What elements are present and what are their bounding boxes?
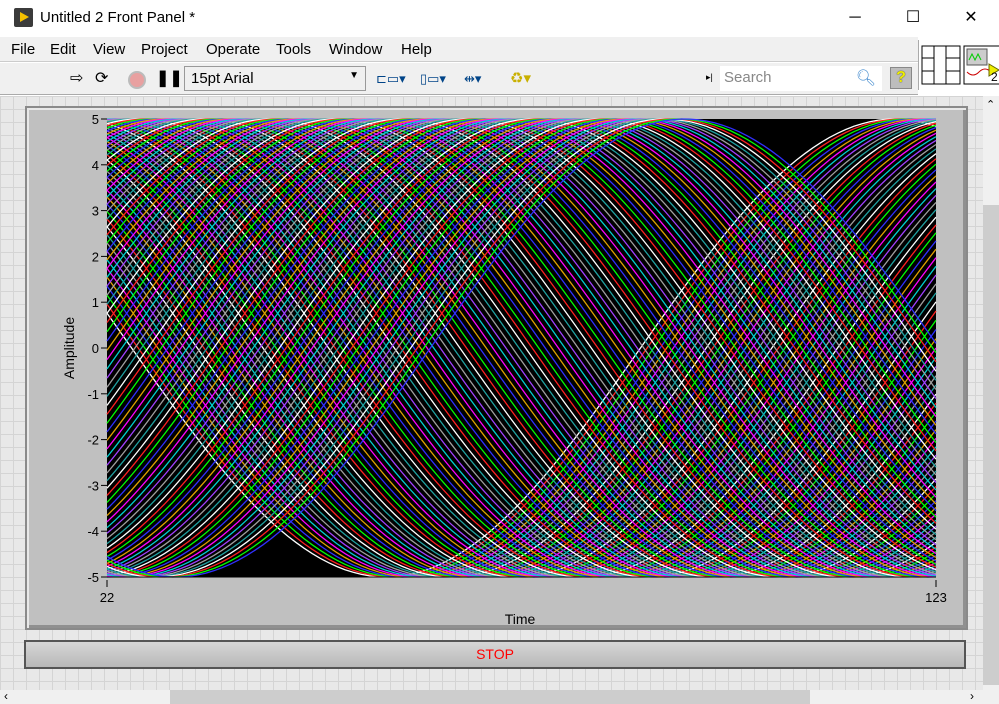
front-panel: 5 4 3 2 1 0 -1 -2 -3 -4 -5 22 123 Time Amplitude S… [0, 96, 983, 690]
y-tick-label: -1 [87, 387, 99, 402]
context-help-button[interactable]: ? [890, 67, 912, 89]
search-placeholder: Search [724, 69, 772, 86]
run-arrow-icon[interactable]: ⇨ [70, 69, 83, 89]
reorder-icon[interactable]: ♻▾ [510, 69, 531, 89]
waveform-chart[interactable]: 5 4 3 2 1 0 -1 -2 -3 -4 -5 22 123 Time Amplitude [25, 106, 968, 630]
y-tick-label: -3 [87, 478, 99, 493]
align-objects-icon[interactable]: ⊏▭▾ [376, 69, 406, 89]
scroll-up-icon[interactable]: ⌃ [986, 98, 995, 111]
menu-tools[interactable]: Tools [276, 41, 311, 58]
connector-count: 2 [991, 70, 998, 84]
connector-pane[interactable]: 2 [918, 40, 999, 90]
y-tick-label: -5 [87, 570, 99, 585]
y-tick-label: 2 [92, 249, 99, 264]
menu-edit[interactable]: Edit [50, 41, 76, 58]
y-tick-label: 0 [92, 341, 99, 356]
y-axis-label: Amplitude [61, 317, 77, 379]
x-tick-label: 22 [100, 590, 114, 605]
stop-button[interactable]: STOP [24, 640, 966, 669]
window-title: Untitled 2 Front Panel * [40, 9, 196, 26]
y-tick-label: 5 [92, 112, 99, 127]
close-button[interactable]: ✕ [948, 6, 994, 30]
menu-project[interactable]: Project [141, 41, 188, 58]
maximize-button[interactable]: ☐ [890, 6, 936, 30]
chart-svg: 5 4 3 2 1 0 -1 -2 -3 -4 -5 22 123 Time Amplitude [61, 112, 947, 627]
minimize-button[interactable]: ─ [832, 6, 878, 30]
y-tick-label: 1 [92, 295, 99, 310]
x-axis-label: Time [505, 611, 536, 627]
run-continuously-icon[interactable]: ⟳ [95, 69, 108, 89]
connector-pattern-icon [921, 45, 999, 85]
font-select[interactable]: 15pt Arial ▼ [184, 66, 366, 91]
menu-view[interactable]: View [93, 41, 125, 58]
x-tick-label: 123 [925, 590, 947, 605]
font-value: 15pt Arial [191, 70, 254, 87]
y-tick-label: -2 [87, 433, 99, 448]
menu-help[interactable]: Help [401, 41, 432, 58]
search-icon[interactable]: 🔍︎ [856, 68, 876, 88]
y-tick-label: 3 [92, 204, 99, 219]
pause-icon[interactable]: ❚❚ [156, 69, 183, 89]
vertical-scroll-thumb[interactable] [983, 205, 999, 685]
horizontal-scroll-thumb[interactable] [170, 690, 810, 704]
y-tick-label: -4 [87, 524, 99, 539]
expand-arrow-icon[interactable]: ▸| [706, 72, 713, 83]
scroll-right-icon[interactable]: › [970, 689, 974, 703]
resize-objects-icon[interactable]: ⇹▾ [464, 69, 481, 89]
title-bar: Untitled 2 Front Panel * ─ ☐ ✕ [0, 0, 999, 36]
menu-window[interactable]: Window [329, 41, 382, 58]
chevron-down-icon: ▼ [349, 70, 359, 81]
distribute-objects-icon[interactable]: ▯▭▾ [420, 69, 446, 89]
scroll-left-icon[interactable]: ‹ [4, 689, 8, 703]
labview-icon [14, 8, 33, 27]
menu-file[interactable]: File [11, 41, 35, 58]
abort-icon[interactable] [128, 71, 146, 89]
y-tick-label: 4 [92, 158, 99, 173]
toolbar: ⇨ ⟳ ❚❚ 15pt Arial ▼ ⊏▭▾ ▯▭▾ ⇹▾ ♻▾ ▸| Sear… [0, 63, 918, 95]
search-input[interactable]: Search 🔍︎ [720, 66, 882, 91]
menu-operate[interactable]: Operate [206, 41, 260, 58]
menu-bar: File Edit View Project Operate Tools Win… [0, 37, 918, 62]
